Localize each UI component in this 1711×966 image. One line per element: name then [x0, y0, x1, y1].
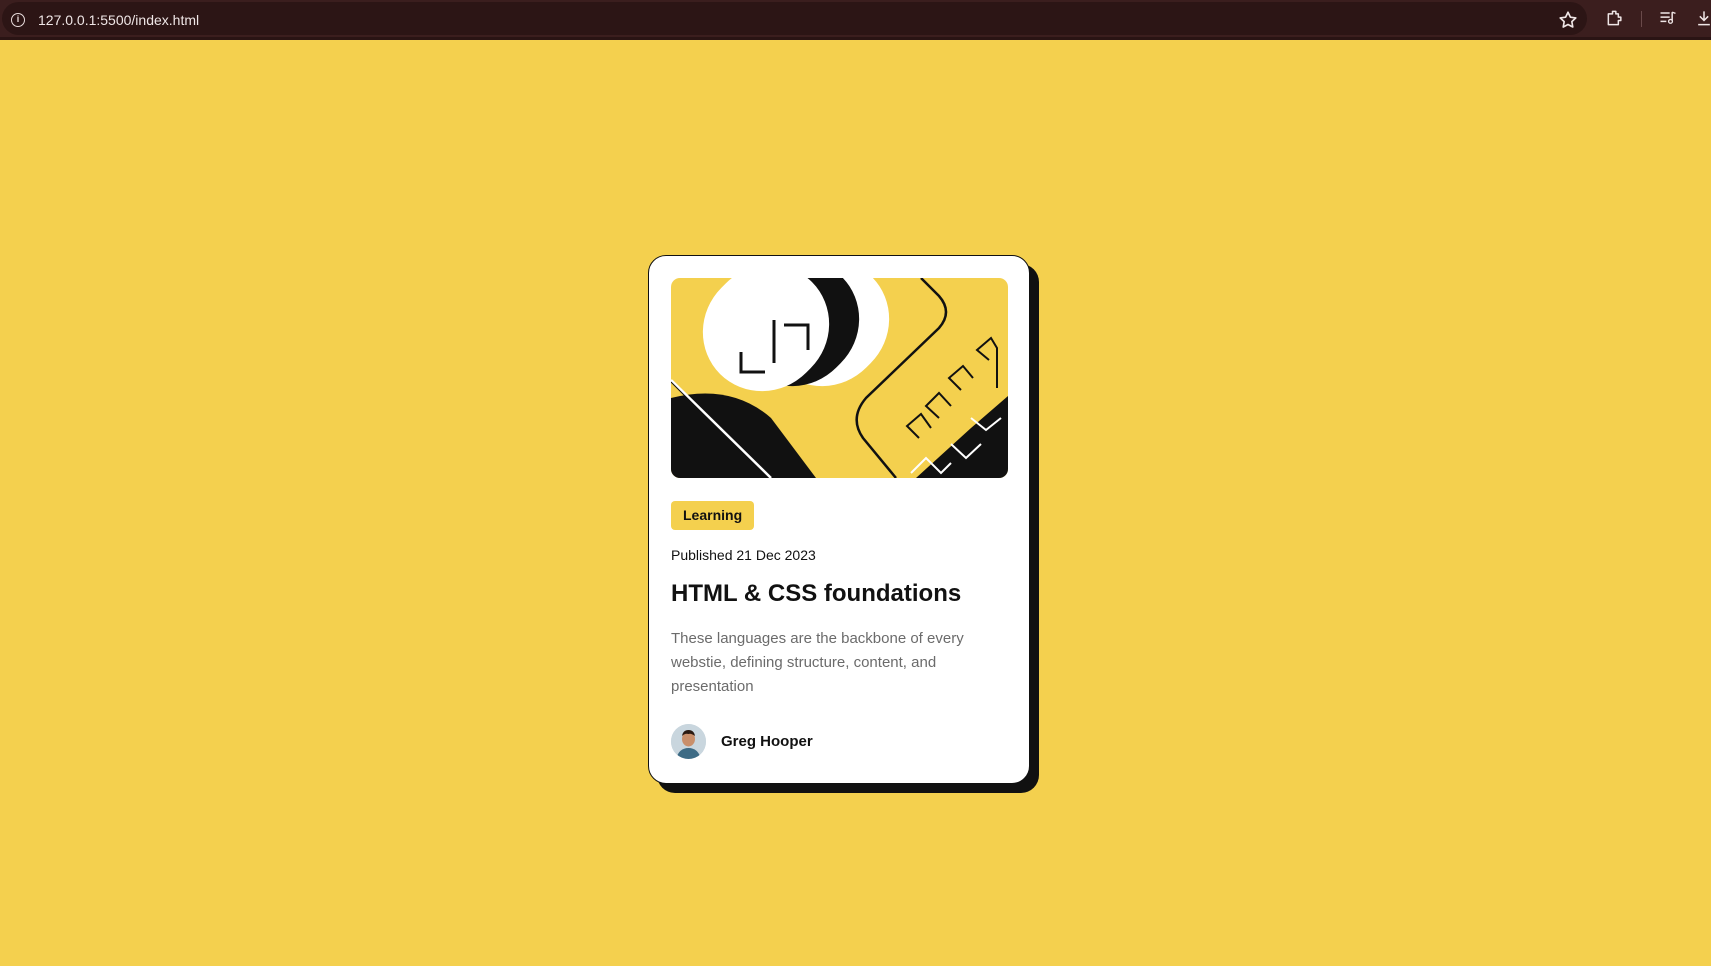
- address-bar[interactable]: i 127.0.0.1:5500/index.html: [2, 2, 1587, 35]
- toolbar-separator: [1641, 11, 1642, 27]
- extensions-icon[interactable]: [1605, 8, 1625, 28]
- avatar: [671, 724, 706, 759]
- category-tag: Learning: [671, 501, 755, 530]
- published-date: Published 21 Dec 2023: [671, 547, 816, 563]
- media-icon[interactable]: [1658, 8, 1678, 28]
- star-icon[interactable]: [1557, 9, 1579, 31]
- download-icon[interactable]: [1694, 8, 1711, 28]
- author-name[interactable]: Greg Hooper: [721, 733, 813, 750]
- info-icon[interactable]: i: [11, 13, 25, 27]
- code-brackets-illustration: [671, 278, 1008, 478]
- url-text[interactable]: 127.0.0.1:5500/index.html: [38, 12, 199, 28]
- blog-preview-card[interactable]: Learning Published 21 Dec 2023 HTML & CS…: [648, 255, 1030, 784]
- author-row: Greg Hooper: [671, 724, 971, 760]
- card-title[interactable]: HTML & CSS foundations: [671, 580, 1011, 608]
- avatar-photo-icon: [671, 724, 706, 759]
- card-description: These languages are the backbone of ever…: [671, 630, 964, 695]
- browser-toolbar: i 127.0.0.1:5500/index.html: [0, 0, 1711, 40]
